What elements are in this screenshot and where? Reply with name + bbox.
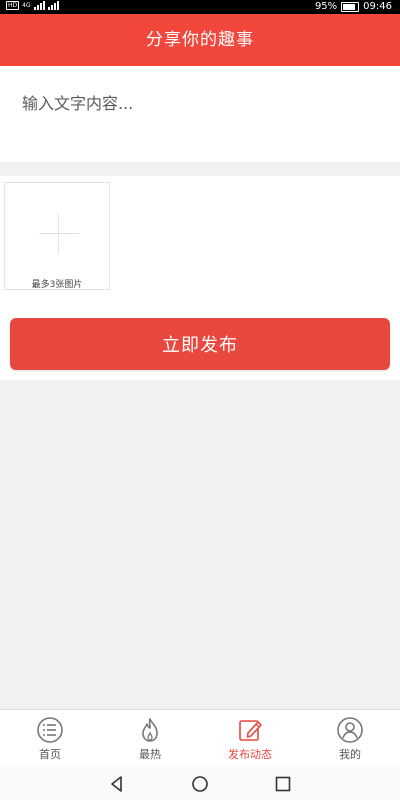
add-image-button[interactable]: 最多3张图片	[4, 182, 110, 290]
hd-badge: HD	[6, 1, 20, 10]
tab-publish[interactable]: 发布动态	[200, 710, 300, 768]
battery-percent: 95%	[314, 1, 338, 12]
add-image-label: 最多3张图片	[31, 280, 83, 290]
tab-mine[interactable]: 我的	[300, 710, 400, 768]
battery-icon	[341, 2, 360, 12]
edit-icon	[239, 720, 262, 741]
status-bar: HD 4G 95% 09:46	[0, 0, 400, 14]
tab-label: 首页	[39, 748, 61, 761]
back-icon[interactable]	[108, 775, 126, 793]
publish-button[interactable]: 立即发布	[10, 318, 390, 370]
recent-apps-icon[interactable]	[274, 775, 292, 793]
system-nav-bar	[0, 767, 400, 800]
home-list-icon	[37, 717, 63, 743]
text-composer	[0, 66, 400, 162]
image-section: 最多3张图片 立即发布	[0, 176, 400, 380]
home-icon[interactable]	[191, 775, 209, 793]
content-input[interactable]	[22, 90, 382, 150]
page-title: 分享你的趣事	[146, 30, 254, 50]
bottom-tabbar: 首页 最热 发布动态 我的	[0, 709, 400, 768]
plus-icon	[39, 214, 79, 254]
signal-icon	[33, 1, 45, 10]
user-icon	[337, 717, 363, 743]
status-right: 95% 09:46	[315, 0, 392, 14]
network-label: 4G	[22, 2, 31, 9]
status-left: HD 4G	[6, 1, 59, 10]
tab-label: 我的	[339, 748, 361, 761]
clock: 09:46	[363, 1, 392, 12]
tab-hot[interactable]: 最热	[100, 710, 200, 768]
tab-label: 最热	[139, 748, 161, 761]
flame-icon	[142, 718, 158, 742]
tab-label: 发布动态	[228, 748, 272, 761]
tab-home[interactable]: 首页	[0, 710, 100, 768]
signal-icon-2	[47, 1, 59, 10]
app-header: 分享你的趣事	[0, 14, 400, 66]
